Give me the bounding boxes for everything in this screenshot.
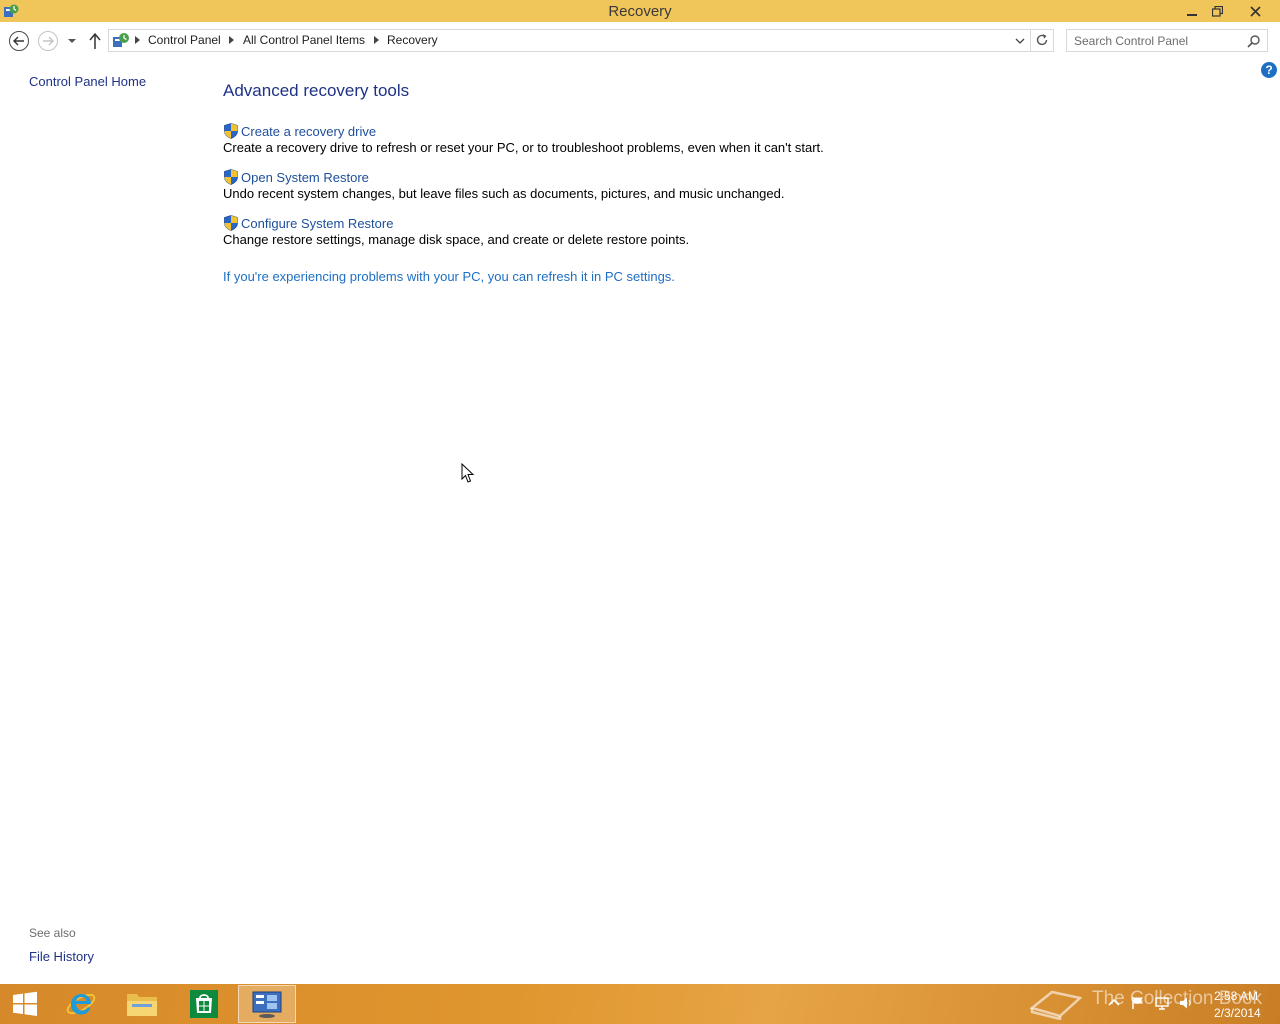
create-recovery-drive-link[interactable]: Create a recovery drive: [241, 124, 376, 139]
breadcrumb-control-panel[interactable]: Control Panel: [148, 33, 221, 47]
breadcrumb-chevron-icon[interactable]: [229, 36, 235, 44]
breadcrumb-chevron-icon[interactable]: [374, 36, 380, 44]
volume-speaker-icon[interactable]: [1179, 996, 1193, 1010]
address-bar[interactable]: Control Panel All Control Panel Items Re…: [108, 29, 1054, 52]
search-icon[interactable]: [1247, 34, 1261, 48]
network-icon[interactable]: [1155, 996, 1169, 1010]
back-arrow-icon: [13, 36, 24, 46]
book-watermark-icon: [1030, 990, 1082, 1020]
forward-button[interactable]: [38, 31, 58, 51]
restore-icon: [1212, 5, 1223, 17]
mouse-cursor-icon: [461, 463, 475, 483]
taskbar-control-panel[interactable]: [238, 985, 296, 1023]
clock-time[interactable]: 2:58 AM: [1214, 989, 1258, 1003]
page-title: Advanced recovery tools: [223, 81, 410, 100]
clock-date[interactable]: 2/3/2014: [1214, 1006, 1261, 1020]
refresh-pc-settings-link[interactable]: If you're experiencing problems with you…: [223, 269, 675, 284]
breadcrumb-chevron-icon[interactable]: [135, 36, 141, 44]
control-panel-home-link[interactable]: Control Panel Home: [29, 74, 146, 89]
taskbar-file-explorer[interactable]: [118, 985, 166, 1023]
open-system-restore-description: Undo recent system changes, but leave fi…: [223, 186, 785, 201]
back-button[interactable]: [9, 31, 29, 51]
uac-shield-icon: [224, 215, 238, 231]
file-history-link[interactable]: File History: [29, 949, 94, 964]
file-explorer-folder-icon: [127, 994, 157, 1016]
help-icon[interactable]: ?: [1261, 62, 1277, 78]
minimize-icon: [1186, 14, 1197, 16]
search-input[interactable]: [1067, 30, 1243, 51]
show-hidden-icons-chevron-icon[interactable]: [1107, 996, 1121, 1010]
breadcrumb-all-control-panel-items[interactable]: All Control Panel Items: [243, 33, 365, 47]
uac-shield-icon: [224, 169, 238, 185]
up-arrow-icon[interactable]: [87, 32, 103, 50]
uac-shield-icon: [224, 123, 238, 139]
control-panel-window-icon: [252, 991, 282, 1018]
configure-system-restore-link[interactable]: Configure System Restore: [241, 216, 393, 231]
search-box[interactable]: [1066, 29, 1268, 52]
close-icon: [1249, 5, 1261, 17]
left-pane: Control Panel Home See also File History: [0, 60, 200, 984]
store-bag-icon: [190, 990, 218, 1018]
windows-logo-icon: [13, 991, 37, 1016]
taskbar-internet-explorer[interactable]: [57, 985, 105, 1023]
address-history-chevron-icon[interactable]: [1014, 35, 1026, 47]
internet-explorer-icon: [66, 993, 96, 1015]
control-panel-location-icon: [113, 33, 129, 47]
breadcrumb-recovery[interactable]: Recovery: [387, 33, 438, 47]
see-also-label: See also: [29, 926, 76, 940]
refresh-icon[interactable]: [1035, 33, 1049, 47]
create-recovery-drive-description: Create a recovery drive to refresh or re…: [223, 140, 824, 155]
start-button[interactable]: [0, 985, 50, 1023]
taskbar: The Collection Book 2:58 AM 2/3/2014: [0, 984, 1280, 1024]
configure-system-restore-description: Change restore settings, manage disk spa…: [223, 232, 690, 247]
action-center-flag-icon[interactable]: [1131, 996, 1145, 1010]
window-title: Recovery: [608, 3, 672, 20]
restore-button[interactable]: [1204, 0, 1231, 22]
title-bar: Recovery: [0, 0, 1280, 22]
minimize-button[interactable]: [1178, 0, 1205, 22]
recent-locations-chevron-icon[interactable]: [66, 35, 78, 47]
close-button[interactable]: [1232, 0, 1278, 22]
open-system-restore-link[interactable]: Open System Restore: [241, 170, 369, 185]
taskbar-store[interactable]: [180, 985, 228, 1023]
forward-arrow-icon: [43, 36, 54, 46]
address-divider: [1030, 30, 1031, 51]
navigation-bar: Control Panel All Control Panel Items Re…: [0, 22, 1280, 60]
